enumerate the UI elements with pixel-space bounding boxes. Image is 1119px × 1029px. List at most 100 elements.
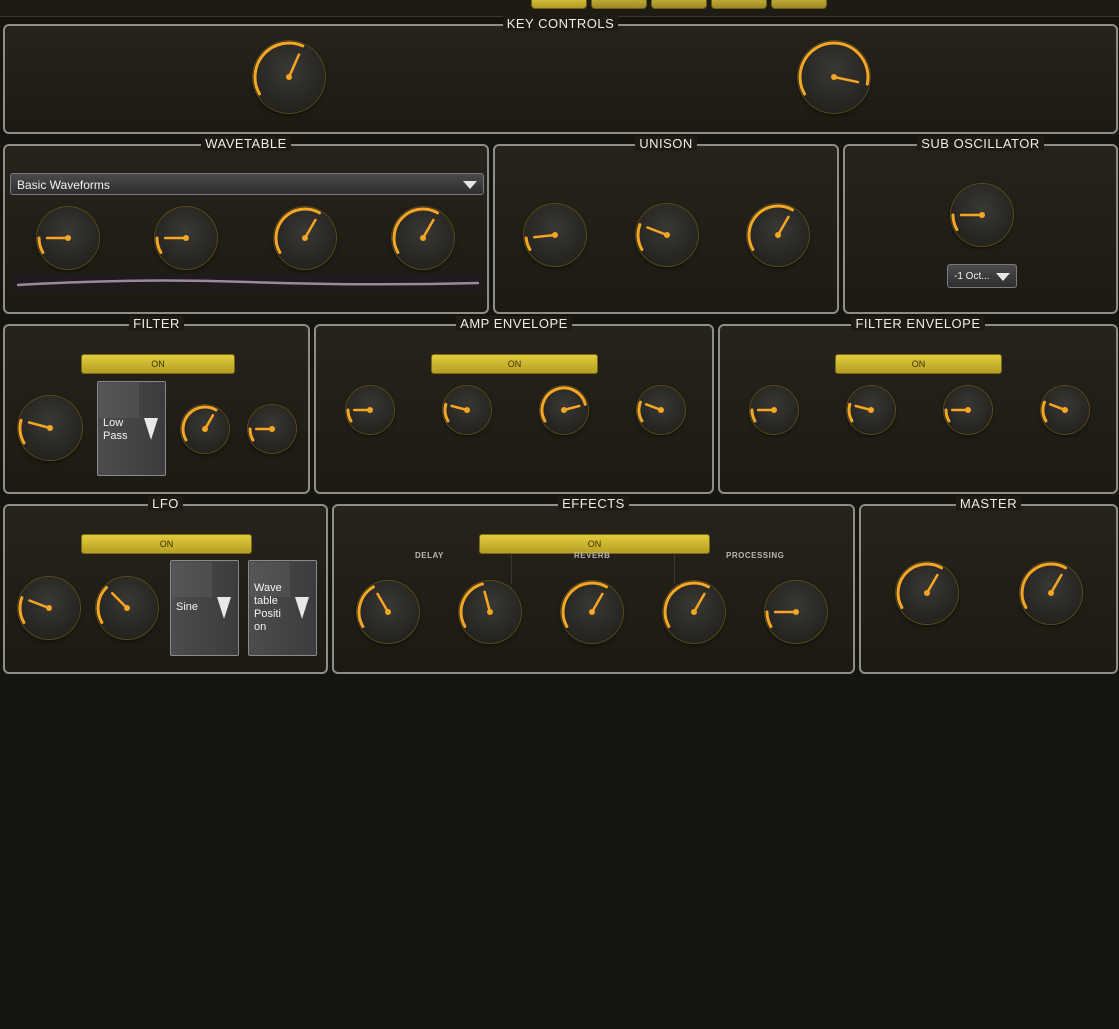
filter-env-decay-knob[interactable] (847, 386, 895, 434)
amp-attack-knob[interactable] (346, 386, 394, 434)
knob-value-arc (459, 582, 484, 628)
amp-sustain-knob[interactable] (540, 386, 588, 434)
sub-octave-selector[interactable]: -1 Oct... (947, 264, 1017, 288)
knob-pointer (925, 573, 939, 595)
unison-knob-1[interactable] (524, 204, 586, 266)
knob-value-arc (1041, 400, 1048, 423)
knob-pointer (421, 218, 435, 240)
delay-time-knob[interactable] (357, 581, 419, 643)
amp-envelope-on-button[interactable]: ON (431, 354, 598, 374)
knob-value-arc (561, 581, 608, 628)
amp-release-knob[interactable] (637, 386, 685, 434)
sub-octave-value: -1 Oct... (954, 271, 990, 282)
knob-pointer (376, 592, 390, 614)
knob-center-dot (1062, 407, 1068, 413)
reverb-size-knob[interactable] (561, 581, 623, 643)
chevron-down-icon (144, 418, 158, 440)
wavetable-knob-3[interactable] (274, 207, 336, 269)
chevron-down-icon (463, 181, 477, 189)
key-controls-knob-2[interactable] (798, 41, 870, 113)
knob-graphic (443, 402, 470, 423)
master-title: MASTER (861, 496, 1116, 512)
unison-knob-3[interactable] (747, 204, 809, 266)
filter-env-sustain-knob[interactable] (944, 386, 992, 434)
lfo-rate-knob[interactable] (18, 577, 80, 639)
knob-graphic (944, 407, 971, 423)
filter-env-attack-knob[interactable] (750, 386, 798, 434)
filter-cutoff-knob[interactable] (18, 396, 82, 460)
knob-value-arc (248, 427, 255, 442)
knob-value-arc (155, 236, 163, 254)
knob-center-dot (868, 407, 874, 413)
knob-center-dot (202, 426, 208, 432)
wavetable-title: WAVETABLE (5, 136, 487, 152)
knob-graphic (561, 581, 608, 628)
knob-center-dot (286, 74, 292, 80)
knob-graphic (346, 407, 373, 423)
knob-value-arc (346, 408, 353, 423)
wavetable-selector[interactable]: Basic Waveforms (10, 173, 484, 195)
knob-pointer (287, 53, 301, 79)
chevron-down-icon (217, 597, 231, 619)
chevron-down-icon (996, 273, 1010, 281)
knob-value-arc (524, 236, 532, 251)
unison-knob-2[interactable] (636, 204, 698, 266)
knob-graphic (155, 235, 189, 254)
top-tab-5[interactable] (771, 0, 827, 9)
top-tab-1[interactable] (531, 0, 587, 9)
knob-center-dot (552, 232, 558, 238)
processing-knob[interactable] (765, 581, 827, 643)
wavetable-knob-4[interactable] (392, 207, 454, 269)
key-controls-knob-1[interactable] (253, 41, 325, 113)
lfo-target-line-2: table (254, 595, 278, 607)
knob-graphic (274, 207, 321, 254)
lfo-shape-selector[interactable]: Sine (170, 560, 239, 656)
unison-panel: UNISON (493, 136, 839, 314)
knob-pointer (303, 218, 317, 240)
knob-value-arc (944, 408, 951, 423)
knob-pointer (590, 592, 604, 614)
top-tab-3[interactable] (651, 0, 707, 9)
knob-value-arc (636, 223, 644, 251)
wavetable-knob-2[interactable] (155, 207, 217, 269)
effects-panel: EFFECTS ON DELAY REVERB PROCESSING (332, 496, 855, 674)
knob-value-arc (96, 585, 108, 624)
reverb-section-label: REVERB (574, 551, 611, 560)
knob-value-arc (181, 405, 218, 442)
chevron-down-icon (295, 597, 309, 619)
top-tab-2[interactable] (591, 0, 647, 9)
knob-pointer (1049, 573, 1063, 595)
filter-envelope-on-button[interactable]: ON (835, 354, 1002, 374)
knob-center-dot (965, 407, 971, 413)
lfo-title: LFO (5, 496, 326, 512)
knob-center-dot (269, 426, 275, 432)
wavetable-knob-1[interactable] (37, 207, 99, 269)
knob-center-dot (124, 605, 130, 611)
filter-on-button[interactable]: ON (81, 354, 235, 374)
top-tab-4[interactable] (711, 0, 767, 9)
master-pan-knob[interactable] (1020, 562, 1082, 624)
delay-feedback-knob[interactable] (459, 581, 521, 643)
knob-center-dot (831, 74, 837, 80)
master-volume-knob[interactable] (896, 562, 958, 624)
knob-value-arc (274, 207, 321, 254)
filter-drive-knob[interactable] (248, 405, 296, 453)
lfo-target-line-3: Positi (254, 608, 281, 620)
unison-title: UNISON (495, 136, 837, 152)
lfo-target-selector[interactable]: Wave table Positi on (248, 560, 317, 656)
knob-pointer (483, 590, 492, 614)
lfo-depth-knob[interactable] (96, 577, 158, 639)
reverb-mix-knob[interactable] (663, 581, 725, 643)
lfo-on-button[interactable]: ON (81, 534, 252, 554)
filter-env-release-knob[interactable] (1041, 386, 1089, 434)
knob-center-dot (464, 407, 470, 413)
knob-center-dot (385, 609, 391, 615)
knob-value-arc (750, 408, 757, 423)
knob-graphic (847, 402, 874, 423)
amp-decay-knob[interactable] (443, 386, 491, 434)
filter-type-selector[interactable]: Low Pass (97, 381, 166, 476)
empty-workspace (0, 676, 1119, 1029)
filter-resonance-knob[interactable] (181, 405, 229, 453)
sub-oscillator-knob[interactable] (951, 184, 1013, 246)
knob-center-dot (47, 425, 53, 431)
